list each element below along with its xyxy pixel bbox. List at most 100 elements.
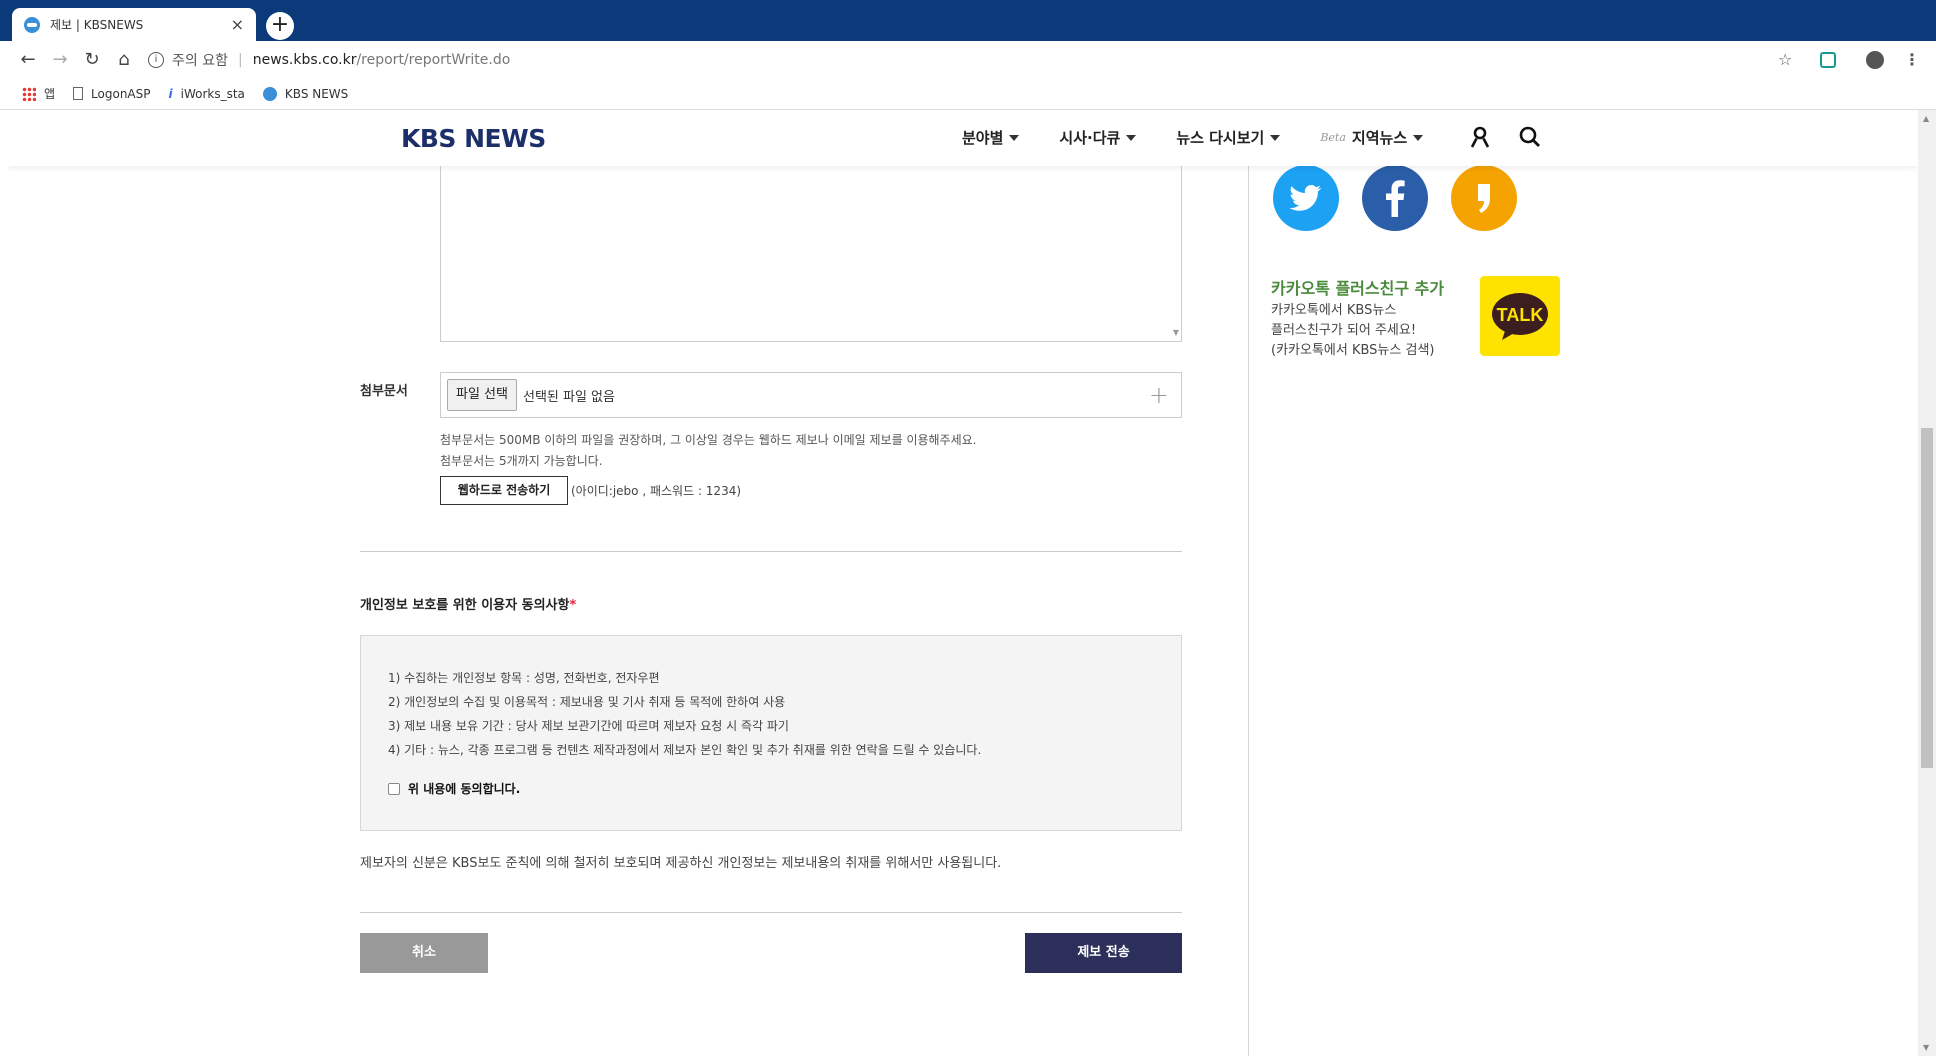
nav-item-local-news[interactable]: Beta 지역뉴스 — [1320, 127, 1424, 148]
info-icon[interactable]: i — [148, 52, 164, 68]
main-nav: 분야별 시사·다큐 뉴스 다시보기 Beta 지역뉴스 — [962, 127, 1463, 148]
browser-toolbar: ← → ↻ ⌂ i 주의 요함 | news.kbs.co.kr /report… — [0, 41, 1936, 78]
caret-down-icon — [1126, 134, 1137, 141]
agree-label[interactable]: 위 내용에 동의합니다. — [408, 780, 520, 797]
kakao-desc-line: 카카오톡에서 KBS뉴스 — [1271, 303, 1397, 318]
file-select-button[interactable]: 파일 선택 — [447, 379, 517, 411]
privacy-notice: 제보자의 신분은 KBS보도 준칙에 의해 철저히 보호되며 제공하신 개인정보… — [360, 856, 1002, 871]
kbs-favicon-icon — [24, 16, 40, 33]
profile-icon[interactable] — [1866, 51, 1884, 69]
scroll-up-icon[interactable]: ▲ — [1923, 114, 1929, 123]
page-viewport: KBS NEWS 분야별 시사·다큐 뉴스 다시보기 Beta 지역뉴스 ▼ 첨… — [8, 110, 1918, 1056]
attach-help: 첨부문서는 500MB 이하의 파일을 권장하며, 그 이상일 경우는 웹하드 … — [440, 430, 977, 472]
home-icon[interactable]: ⌂ — [112, 48, 136, 72]
required-mark: * — [569, 598, 577, 613]
scroll-down-arrow-icon[interactable]: ▼ — [1173, 328, 1179, 337]
page-icon — [73, 87, 84, 100]
help-line: 첨부문서는 500MB 이하의 파일을 권장하며, 그 이상일 경우는 웹하드 … — [440, 433, 977, 447]
kakao-description: 카카오톡에서 KBS뉴스 플러스친구가 되어 주세요! (카카오톡에서 KBS뉴… — [1271, 301, 1434, 361]
kbs-icon — [262, 86, 277, 101]
add-file-icon[interactable]: + — [1149, 381, 1169, 409]
caret-down-icon — [1270, 134, 1281, 141]
kakao-desc-line: (카카오톡에서 KBS뉴스 검색) — [1271, 343, 1435, 358]
kakaostory-share-button[interactable] — [1451, 165, 1517, 231]
nav-label: 분야별 — [962, 129, 1004, 147]
bookmark-star-icon[interactable]: ☆ — [1778, 50, 1792, 69]
site-header: KBS NEWS 분야별 시사·다큐 뉴스 다시보기 Beta 지역뉴스 — [8, 110, 1918, 166]
help-line: 첨부문서는 5개까지 가능합니다. — [440, 454, 603, 468]
address-bar[interactable]: i 주의 요함 | news.kbs.co.kr /report/reportW… — [148, 46, 1798, 74]
report-content-textarea[interactable]: ▼ — [440, 166, 1182, 342]
nav-label: 뉴스 다시보기 — [1176, 129, 1265, 147]
bookmark-logonasp[interactable]: LogonASP — [73, 86, 151, 101]
url-host: news.kbs.co.kr — [252, 52, 357, 68]
kakao-plus-friend-title[interactable]: 카카오톡 플러스친구 추가 — [1271, 275, 1444, 299]
kakaotalk-add-friend-button[interactable]: TALK — [1480, 276, 1560, 356]
apps-grid-icon — [22, 86, 36, 101]
url-separator: | — [237, 52, 243, 68]
kakao-desc-line: 플러스친구가 되어 주세요! — [1271, 323, 1417, 338]
nav-item-replay[interactable]: 뉴스 다시보기 — [1176, 127, 1281, 148]
kakaostory-icon — [1451, 165, 1517, 231]
scrollbar-thumb[interactable] — [1921, 428, 1933, 768]
consent-line: 2) 개인정보의 수집 및 이용목적 : 제보내용 및 기사 취재 등 목적에 … — [388, 695, 786, 709]
bookmark-apps[interactable]: 앱 — [22, 85, 55, 102]
consent-box: 1) 수집하는 개인정보 항목 : 성명, 전화번호, 전자우편 2) 개인정보… — [360, 635, 1182, 831]
reload-icon[interactable]: ↻ — [80, 48, 104, 72]
browser-tabstrip: 제보 | KBSNEWS × + — [0, 0, 1936, 41]
iworks-icon: i — [168, 86, 173, 101]
section-divider — [360, 912, 1182, 913]
nav-item-category[interactable]: 분야별 — [962, 127, 1020, 148]
consent-line: 3) 제보 내용 보유 기간 : 당사 제보 보관기간에 따르며 제보자 요청 … — [388, 719, 789, 733]
file-input-row: 파일 선택 선택된 파일 없음 + — [440, 372, 1182, 418]
bookmark-iworks[interactable]: i iWorks_sta — [169, 87, 245, 101]
privacy-title-text: 개인정보 보호를 위한 이용자 동의사항 — [360, 598, 570, 613]
browser-tab[interactable]: 제보 | KBSNEWS × — [12, 8, 256, 41]
kbs-news-logo[interactable]: KBS NEWS — [401, 124, 546, 153]
search-icon[interactable] — [1518, 125, 1542, 149]
nav-label: 지역뉴스 — [1351, 129, 1408, 147]
security-label: 주의 요함 — [172, 53, 228, 69]
webhard-credentials: (아이디:jebo , 패스워드 : 1234) — [571, 484, 742, 498]
beta-badge: Beta — [1320, 131, 1346, 144]
kakaotalk-icon: TALK — [1492, 293, 1548, 340]
talk-label: TALK — [1497, 305, 1544, 325]
user-icon[interactable] — [1468, 125, 1492, 149]
bookmark-label: LogonASP — [91, 86, 151, 101]
file-status: 선택된 파일 없음 — [522, 389, 615, 405]
consent-line: 1) 수집하는 개인정보 항목 : 성명, 전화번호, 전자우편 — [388, 671, 660, 685]
url-path: /report/reportWrite.do — [356, 52, 511, 68]
forward-icon[interactable]: → — [48, 48, 72, 72]
bookmark-label: 앱 — [44, 87, 56, 101]
caret-down-icon — [1413, 134, 1424, 141]
section-divider — [360, 551, 1182, 552]
submit-report-button[interactable]: 제보 전송 — [1025, 933, 1182, 973]
new-tab-button[interactable]: + — [266, 12, 294, 40]
caret-down-icon — [1009, 134, 1020, 141]
webhard-upload-button[interactable]: 웹하드로 전송하기 — [440, 476, 568, 505]
nav-label: 시사·다큐 — [1059, 129, 1121, 147]
twitter-share-button[interactable] — [1273, 165, 1339, 231]
cancel-button[interactable]: 취소 — [360, 933, 488, 973]
agree-checkbox[interactable] — [388, 782, 400, 795]
consent-line: 4) 기타 : 뉴스, 각종 프로그램 등 컨텐츠 제작과정에서 제보자 본인 … — [388, 743, 982, 757]
tab-close-icon[interactable]: × — [231, 15, 244, 34]
scroll-down-icon[interactable]: ▼ — [1923, 1043, 1929, 1052]
back-icon[interactable]: ← — [16, 48, 40, 72]
extension-icon[interactable] — [1820, 52, 1836, 68]
bookmark-label: iWorks_sta — [180, 86, 245, 101]
menu-kebab-icon[interactable]: ⋮ — [1904, 50, 1920, 69]
tab-title: 제보 | KBSNEWS — [50, 18, 144, 32]
bookmark-label: KBS NEWS — [284, 86, 349, 101]
page-scrollbar[interactable]: ▲ ▼ — [1918, 110, 1936, 1056]
nav-item-documentary[interactable]: 시사·다큐 — [1059, 127, 1137, 148]
bookmarks-bar: 앱 LogonASP i iWorks_sta KBS NEWS — [0, 78, 1936, 110]
agree-row[interactable]: 위 내용에 동의합니다. — [388, 780, 1181, 797]
facebook-share-button[interactable] — [1362, 165, 1428, 231]
webhard-row: 웹하드로 전송하기 (아이디:jebo , 패스워드 : 1234) — [440, 476, 741, 505]
twitter-icon — [1273, 165, 1339, 231]
facebook-icon — [1362, 165, 1428, 231]
sidebar-divider — [1248, 166, 1249, 1056]
privacy-title: 개인정보 보호를 위한 이용자 동의사항* — [360, 594, 576, 613]
bookmark-kbs-news[interactable]: KBS NEWS — [262, 86, 349, 101]
